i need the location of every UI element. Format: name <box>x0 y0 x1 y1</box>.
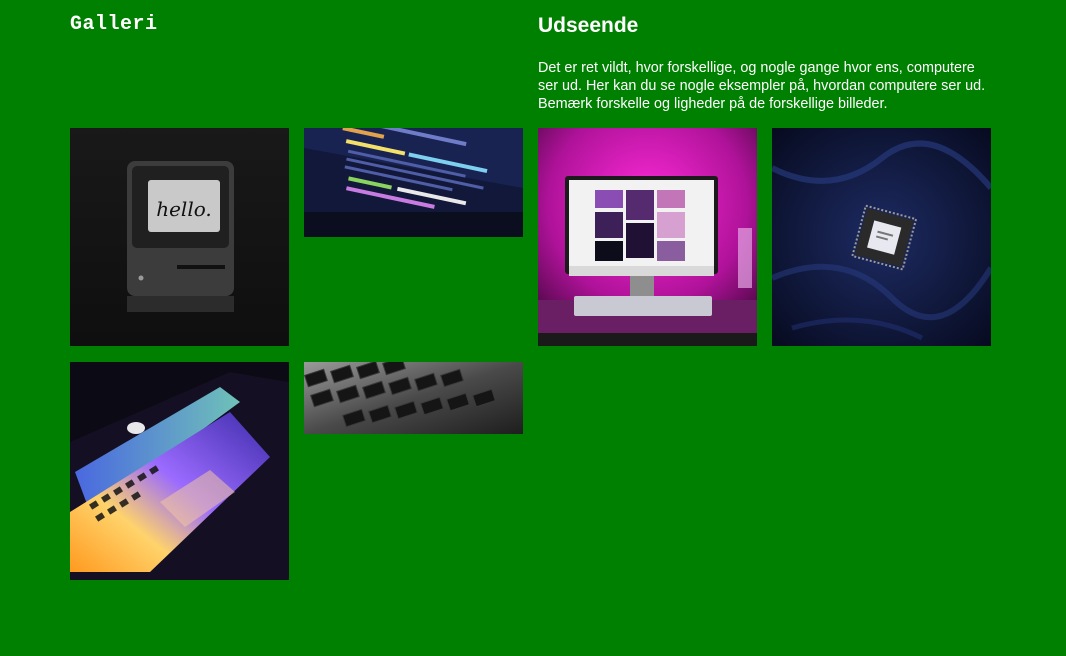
photo-cpu-chip[interactable] <box>772 128 991 346</box>
gallery-heading: Galleri <box>70 13 158 36</box>
photo-code-screen[interactable] <box>304 128 523 237</box>
photo-macbook-rainbow[interactable] <box>70 362 289 580</box>
appearance-description: Det er ret vildt, hvor forskellige, og n… <box>538 60 986 112</box>
page: Galleri Udseende Det er ret vildt, hvor … <box>0 0 1066 656</box>
hello-screen-text: hello. <box>156 197 212 221</box>
keyboard-image <box>304 362 523 434</box>
code-screen-image <box>304 128 523 237</box>
classic-macintosh-image: hello. <box>70 128 289 346</box>
photo-imac-pink[interactable] <box>538 128 757 346</box>
macbook-rainbow-image <box>70 362 289 580</box>
imac-pink-image <box>538 128 757 346</box>
appearance-heading: Udseende <box>538 14 639 37</box>
photo-classic-macintosh[interactable]: hello. <box>70 128 289 346</box>
photo-keyboard[interactable] <box>304 362 523 434</box>
cpu-chip-image <box>772 128 991 346</box>
